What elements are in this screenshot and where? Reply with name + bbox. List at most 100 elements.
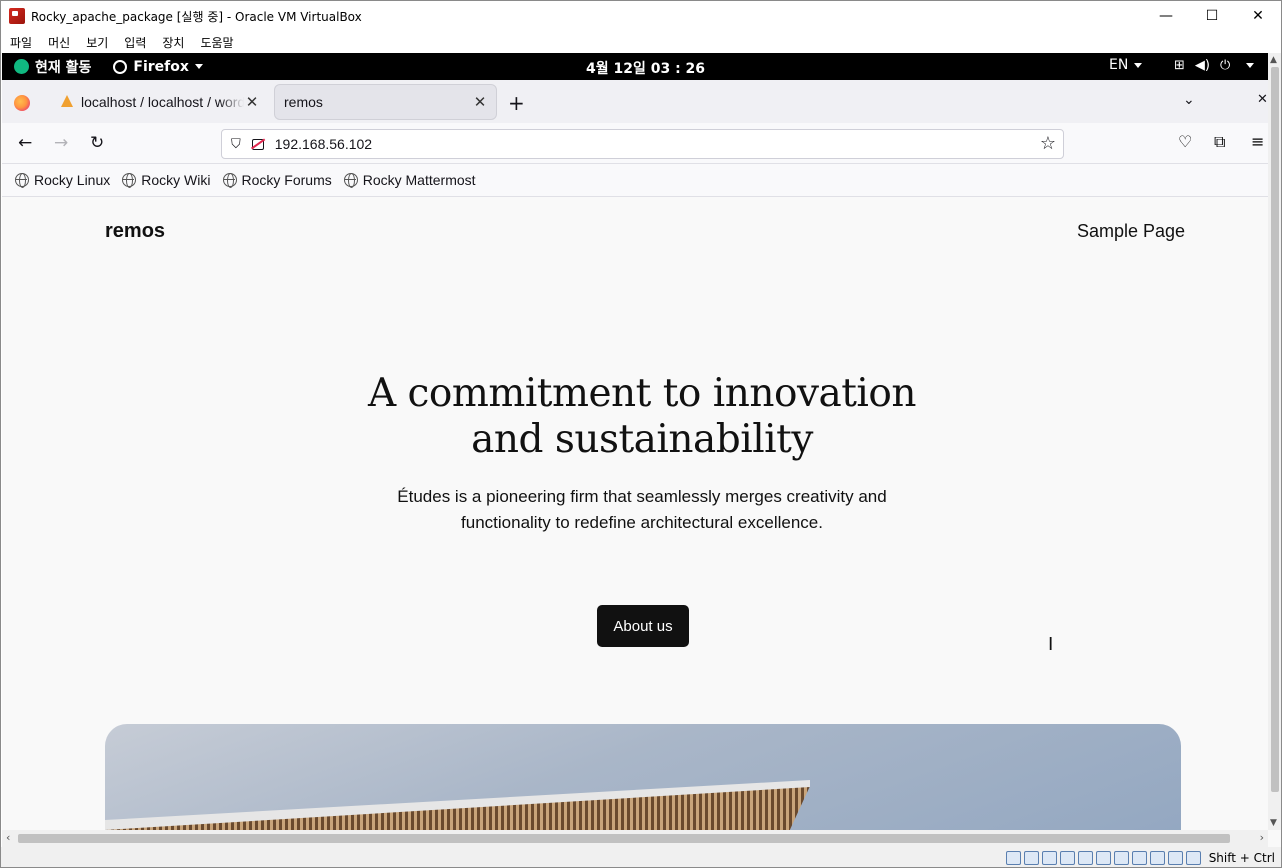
app-menu-label: Firefox: [133, 58, 189, 75]
guest-screen: 현재 활동 Firefox 4월 12일 03 : 26 EN ⊞ ◀) ⏻ l…: [2, 53, 1281, 847]
optical-drive-icon[interactable]: [1023, 850, 1039, 865]
bookmark-rocky-forums[interactable]: Rocky Forums: [222, 172, 332, 188]
pocket-icon[interactable]: ♡: [1178, 132, 1192, 151]
url-input[interactable]: 192.168.56.102: [275, 136, 372, 152]
chevron-down-icon: [194, 64, 203, 69]
minimize-icon[interactable]: —: [1143, 1, 1189, 31]
audio-icon[interactable]: [1041, 850, 1057, 865]
vbox-menu-bar: 파일 머신 보기 입력 장치 도움말: [1, 31, 1281, 53]
shield-icon[interactable]: ⛉: [231, 137, 241, 152]
navigation-toolbar: ← → ↻ ⛉ 192.168.56.102 ☆ ♡ ⧉ ≡: [2, 123, 1268, 164]
usb-icon[interactable]: [1077, 850, 1093, 865]
vertical-scrollbar[interactable]: ▲ ▼: [1268, 53, 1281, 830]
bookmark-label: Rocky Forums: [241, 172, 332, 188]
insecure-lock-icon[interactable]: [251, 138, 264, 150]
close-tab-icon[interactable]: ✕: [472, 93, 488, 111]
reload-icon[interactable]: ↻: [90, 133, 104, 153]
hero-description: Études is a pioneering firm that seamles…: [372, 484, 912, 536]
globe-icon: [122, 173, 137, 188]
power-icon: ⏻: [1219, 58, 1231, 73]
back-arrow-icon[interactable]: ←: [18, 133, 32, 153]
close-window-icon[interactable]: ✕: [1257, 92, 1268, 107]
menu-machine[interactable]: 머신: [48, 34, 70, 51]
tab-remos[interactable]: remos ✕: [275, 85, 496, 119]
chevron-down-icon: [1134, 62, 1143, 68]
network-icon: ⊞: [1174, 58, 1185, 73]
device-status-icons: [1005, 850, 1201, 865]
phpmyadmin-icon: [59, 95, 75, 109]
scroll-left-icon[interactable]: ‹: [6, 831, 10, 844]
host-key-label: Shift + Ctrl: [1208, 850, 1275, 865]
network-adapter-icon[interactable]: [1059, 850, 1075, 865]
about-us-button[interactable]: About us: [597, 605, 689, 647]
hero-heading-line: A commitment to innovation: [367, 371, 917, 416]
text-cursor-icon: I: [1048, 634, 1054, 655]
site-title[interactable]: remos: [105, 220, 165, 243]
url-bar[interactable]: ⛉ 192.168.56.102 ☆: [221, 129, 1064, 159]
bookmarks-toolbar: Rocky Linux Rocky Wiki Rocky Forums Rock…: [2, 164, 1268, 197]
rocky-logo-icon: [14, 59, 29, 74]
menu-view[interactable]: 보기: [86, 34, 108, 51]
recording-icon[interactable]: [1131, 850, 1147, 865]
menu-input[interactable]: 입력: [124, 34, 146, 51]
firefox-view-icon[interactable]: [14, 95, 30, 111]
new-tab-icon[interactable]: +: [508, 91, 525, 115]
hero-description-line: functionality to redefine architectural …: [461, 513, 823, 532]
hero-heading: A commitment to innovation and sustainab…: [292, 371, 992, 463]
system-status-area[interactable]: ⊞ ◀) ⏻: [1174, 58, 1255, 73]
volume-icon: ◀): [1194, 58, 1210, 73]
virtualbox-window: Rocky_apache_package [실행 중] - Oracle VM …: [0, 0, 1282, 868]
tab-localhost[interactable]: localhost / localhost / wordpress ✕: [50, 85, 268, 119]
bookmark-rocky-wiki[interactable]: Rocky Wiki: [122, 172, 211, 188]
close-tab-icon[interactable]: ✕: [244, 93, 260, 111]
menu-devices[interactable]: 장치: [162, 34, 184, 51]
bookmark-rocky-mattermost[interactable]: Rocky Mattermost: [343, 172, 476, 188]
scroll-down-icon[interactable]: ▼: [1270, 818, 1277, 828]
gnome-top-bar: 현재 활동 Firefox 4월 12일 03 : 26 EN ⊞ ◀) ⏻: [2, 53, 1281, 80]
chevron-down-icon: [1246, 63, 1255, 68]
firefox-small-icon: [113, 59, 128, 74]
bookmark-label: Rocky Wiki: [141, 172, 211, 188]
firefox-tab-bar: localhost / localhost / wordpress ✕ remo…: [2, 80, 1268, 123]
tab-title: localhost / localhost / wordpress: [81, 94, 244, 110]
menu-help[interactable]: 도움말: [200, 34, 233, 51]
scroll-right-icon[interactable]: ›: [1260, 831, 1264, 844]
activities-label: 현재 활동: [35, 59, 92, 76]
bookmark-label: Rocky Linux: [34, 172, 111, 188]
hero-image: [105, 724, 1181, 830]
hero-description-line: Études is a pioneering firm that seamles…: [397, 487, 887, 506]
scroll-thumb[interactable]: [1271, 67, 1279, 792]
hero-heading-line: and sustainability: [471, 417, 813, 462]
tab-title: remos: [284, 94, 323, 110]
close-icon[interactable]: ✕: [1235, 1, 1281, 31]
scroll-thumb[interactable]: [18, 834, 1230, 843]
vbox-window-title: Rocky_apache_package [실행 중] - Oracle VM …: [31, 9, 362, 24]
bookmark-label: Rocky Mattermost: [362, 172, 476, 188]
vbox-title-bar: Rocky_apache_package [실행 중] - Oracle VM …: [1, 1, 1281, 31]
hamburger-menu-icon[interactable]: ≡: [1251, 132, 1264, 151]
mouse-integration-icon[interactable]: [1167, 850, 1183, 865]
horizontal-scrollbar[interactable]: ‹ ›: [2, 830, 1268, 847]
forward-arrow-icon[interactable]: →: [54, 133, 68, 153]
bookmark-star-icon[interactable]: ☆: [1040, 133, 1056, 154]
list-all-tabs-icon[interactable]: ⌄: [1183, 92, 1195, 108]
clock[interactable]: 4월 12일 03 : 26: [586, 58, 705, 78]
scroll-up-icon[interactable]: ▲: [1270, 55, 1277, 65]
globe-icon: [343, 173, 358, 188]
hard-disk-icon[interactable]: [1005, 850, 1021, 865]
vbox-status-bar: Shift + Ctrl: [1, 847, 1281, 867]
activities-button[interactable]: 현재 활동: [14, 57, 91, 77]
maximize-icon[interactable]: ☐: [1189, 1, 1235, 31]
nav-link-sample-page[interactable]: Sample Page: [1077, 221, 1185, 242]
display-icon[interactable]: [1113, 850, 1129, 865]
extensions-icon[interactable]: ⧉: [1214, 132, 1225, 152]
page-content: remos Sample Page A commitment to innova…: [2, 197, 1268, 830]
keyboard-capture-icon[interactable]: [1185, 850, 1201, 865]
cpu-icon[interactable]: [1149, 850, 1165, 865]
input-language-button[interactable]: EN: [1109, 57, 1143, 73]
globe-icon: [222, 173, 237, 188]
app-menu-button[interactable]: Firefox: [113, 59, 203, 75]
menu-file[interactable]: 파일: [10, 34, 32, 51]
shared-folder-icon[interactable]: [1095, 850, 1111, 865]
bookmark-rocky-linux[interactable]: Rocky Linux: [15, 172, 110, 188]
